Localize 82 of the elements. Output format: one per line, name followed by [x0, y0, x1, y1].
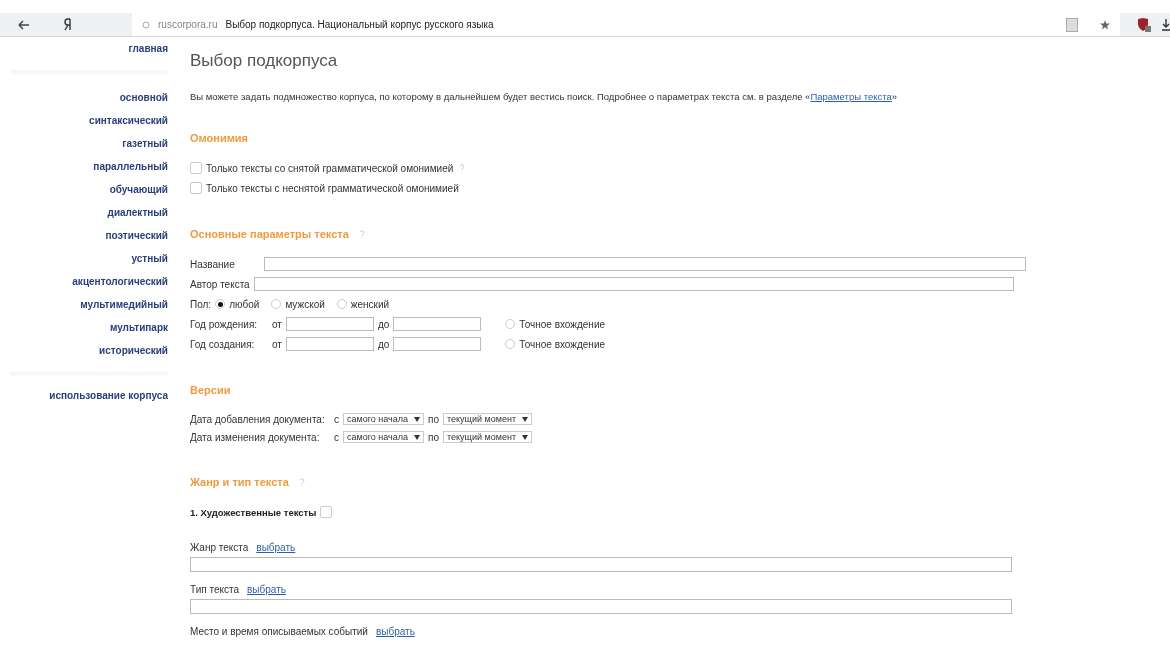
checkbox-label: Только тексты со снятой грамматической омонимией: [206, 162, 454, 174]
sidebar-link[interactable]: исторический: [99, 339, 168, 362]
checkbox[interactable]: [320, 506, 333, 518]
section-heading: Омонимия: [190, 132, 248, 144]
back-icon[interactable]: [18, 19, 30, 30]
reader-icon[interactable]: [1066, 17, 1078, 32]
checkbox[interactable]: [190, 162, 202, 174]
sidebar-link[interactable]: мультимедийный: [80, 293, 168, 316]
sidebar-link[interactable]: параллельный: [93, 155, 168, 178]
caret-icon: [522, 416, 529, 422]
to-label: до: [377, 338, 390, 350]
star-icon[interactable]: [1100, 19, 1110, 30]
from-select[interactable]: самого начала: [343, 413, 425, 425]
usage-link[interactable]: использование корпуса: [49, 384, 168, 407]
to-select[interactable]: текущий момент: [443, 413, 533, 425]
page-title: Выбор подкорпуса: [190, 51, 339, 71]
home-link[interactable]: главная: [128, 37, 168, 60]
exact-checkbox[interactable]: [505, 319, 516, 329]
text-field[interactable]: [190, 557, 1012, 572]
text-field[interactable]: [264, 257, 1026, 271]
field-label: Жанр текста: [190, 541, 249, 553]
text-field[interactable]: [253, 277, 1014, 291]
field-label: Дата изменения документа:: [190, 431, 321, 443]
field-label: Место и время описываемых событий: [190, 625, 368, 637]
radio-label: мужской: [285, 298, 325, 310]
params-link[interactable]: Параметры текста: [810, 91, 892, 102]
to-select[interactable]: текущий момент: [443, 431, 533, 443]
text-field[interactable]: [190, 599, 1012, 614]
section-heading: Версии: [190, 384, 231, 396]
sidebar-link[interactable]: поэтический: [105, 224, 168, 247]
sidebar-link[interactable]: обучающий: [109, 178, 168, 201]
to-field[interactable]: [393, 337, 482, 351]
section-heading: Жанр и тип текста: [190, 476, 289, 488]
from-label: от: [272, 318, 282, 330]
to-label: по: [428, 431, 439, 443]
download-icon[interactable]: [1162, 18, 1170, 31]
field-label: Тип текста: [190, 583, 239, 595]
radio-label: любой: [229, 298, 260, 310]
radio-button[interactable]: [271, 299, 282, 309]
from-field[interactable]: [285, 337, 374, 351]
from-select[interactable]: самого начала: [343, 431, 425, 443]
caret-icon: [414, 416, 421, 422]
section-heading: Основные параметры текста: [190, 228, 349, 240]
sidebar-link[interactable]: диалектный: [107, 201, 168, 224]
checkbox[interactable]: [190, 182, 202, 194]
checkbox-label: Точное вхождение: [519, 338, 606, 350]
choose-link[interactable]: выбрать: [256, 541, 296, 553]
reload-icon: [142, 20, 150, 29]
from-field[interactable]: [285, 317, 374, 331]
from-label: от: [272, 338, 282, 350]
radio-button[interactable]: [336, 299, 347, 309]
choose-link[interactable]: выбрать: [247, 583, 286, 595]
caret-icon: [522, 434, 529, 440]
choose-link[interactable]: выбрать: [375, 625, 415, 637]
field-label: Пол:: [190, 298, 212, 310]
sidebar-link[interactable]: синтаксический: [89, 109, 168, 132]
caret-icon: [414, 434, 421, 440]
to-field[interactable]: [393, 317, 482, 331]
sidebar-link[interactable]: акцентологический: [72, 270, 168, 293]
browser-logo-icon[interactable]: [64, 18, 72, 31]
exact-checkbox[interactable]: [505, 339, 516, 349]
intro-text: Вы можете задать подмножество корпуса, по которому в дальнейшем будет вестись поиск. Подробнее о параметрах текста см. в разделе «Параметры текста»: [190, 91, 899, 102]
sidebar-link[interactable]: мультипарк: [109, 316, 168, 339]
radio-button[interactable]: [215, 299, 226, 309]
to-label: до: [377, 318, 390, 330]
address-bar[interactable]: ruscorpora.ru Выбор подкорпуса. Национальный корпус русского языка: [132, 13, 1120, 36]
shield-icon[interactable]: [1136, 16, 1152, 33]
to-label: по: [428, 413, 439, 425]
checkbox-label: Только тексты с неснятой грамматической омонимией: [206, 182, 459, 194]
field-label: Год создания:: [190, 338, 256, 350]
sidebar-link[interactable]: устный: [131, 247, 168, 270]
sidebar-link[interactable]: газетный: [122, 132, 168, 155]
checkbox-label: Точное вхождение: [519, 318, 606, 330]
from-label: с: [334, 431, 339, 443]
sidebar-link[interactable]: основной: [119, 86, 168, 109]
radio-label: женский: [350, 298, 390, 310]
field-label: Автор текста: [190, 278, 250, 290]
field-label: Название: [190, 258, 236, 270]
field-label: Год рождения:: [190, 318, 259, 330]
subsection-title: 1. Художественные тексты: [190, 506, 317, 518]
from-label: с: [334, 413, 339, 425]
field-label: Дата добавления документа:: [190, 413, 326, 425]
